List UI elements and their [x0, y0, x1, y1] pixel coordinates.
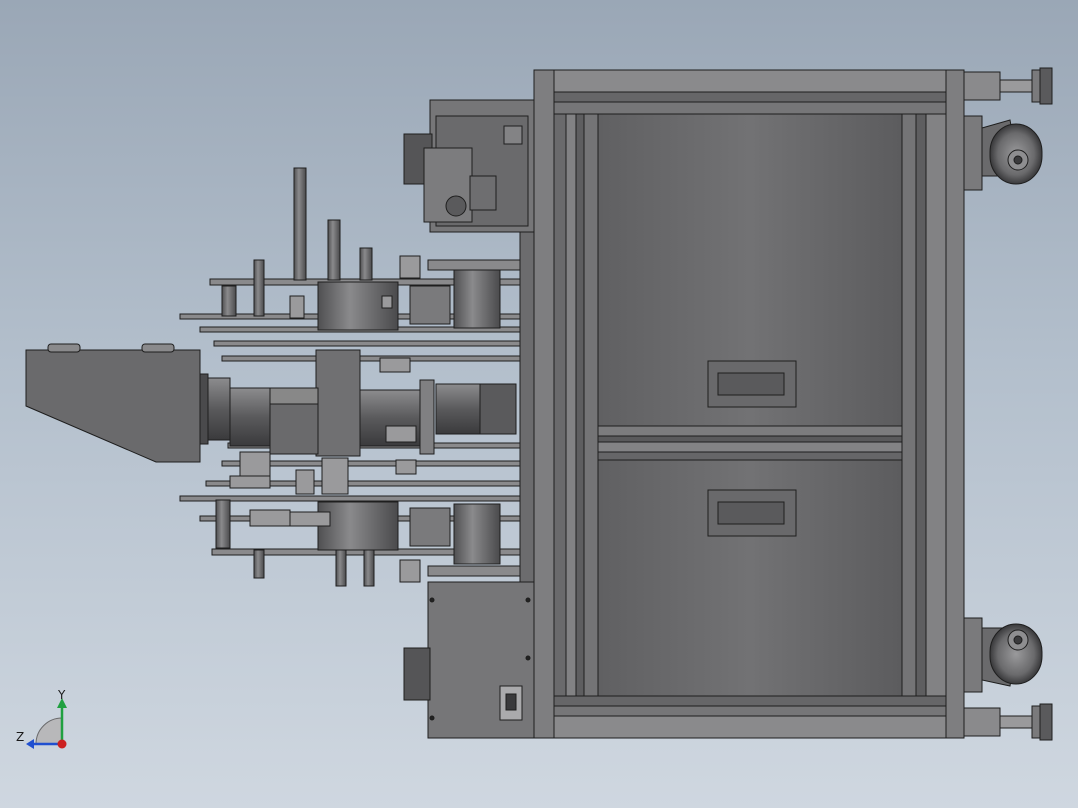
z-axis-label: Z — [16, 730, 25, 744]
upper-control-box — [403, 99, 535, 233]
cabinet-frame — [533, 69, 965, 739]
central-spindle — [199, 349, 517, 457]
lower-control-box — [403, 581, 535, 739]
leveling-foot-bottom — [963, 703, 1053, 741]
cad-viewport[interactable]: Y Z — [0, 0, 1078, 808]
caster-top — [963, 115, 1043, 191]
y-axis-label: Y — [58, 688, 66, 702]
leveling-foot-top — [963, 67, 1053, 105]
axis-triad — [26, 698, 67, 749]
z-axis-arrowhead — [26, 739, 34, 749]
feed-hopper — [25, 343, 201, 463]
x-axis-dot — [57, 739, 67, 749]
caster-bottom — [963, 617, 1043, 693]
machine-model[interactable] — [0, 0, 1078, 808]
